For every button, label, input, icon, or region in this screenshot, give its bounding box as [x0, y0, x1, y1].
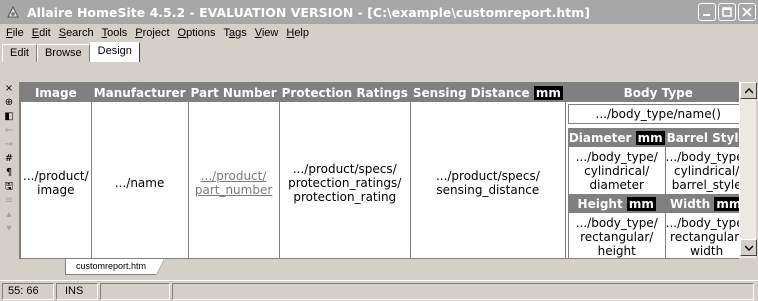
menu-project[interactable]: Project	[131, 27, 173, 39]
cell-width[interactable]: .../body_type/ rectangular/ width	[664, 212, 739, 258]
menu-options[interactable]: Options	[174, 27, 220, 39]
body-type-inner-table[interactable]: .../body_type/name() Diameter mm Barrel …	[567, 104, 739, 258]
cell-image[interactable]: .../product/ image	[20, 101, 92, 258]
cell-diameter[interactable]: .../body_type/ cylindrical/ diameter	[567, 146, 666, 195]
cell-height[interactable]: .../body_type/ rectangular/ height	[567, 212, 666, 258]
tab-design[interactable]: Design	[89, 42, 140, 62]
indent-icon[interactable]: ⇜	[2, 124, 16, 137]
cell-body-type[interactable]: .../body_type/name() Diameter mm Barrel …	[564, 101, 739, 258]
scroll-up-icon[interactable]	[740, 82, 757, 99]
cell-part-number[interactable]: .../product/ part_number	[187, 101, 280, 258]
status-panel-empty	[100, 282, 170, 300]
unit-badge: mm	[714, 196, 739, 211]
triangle-up-icon[interactable]: ▴	[2, 208, 16, 221]
file-tab-customreport[interactable]: customreport.htm	[65, 259, 165, 275]
save-icon[interactable]: 🖫	[2, 180, 16, 193]
menu-file[interactable]: File	[2, 27, 28, 39]
header-part-number[interactable]: Part Number	[187, 83, 280, 102]
menu-edit[interactable]: Edit	[28, 27, 55, 39]
menu-help[interactable]: Help	[282, 27, 313, 39]
header-manufacturer[interactable]: Manufacturer	[90, 83, 189, 102]
title-bar: Allaire HomeSite 4.5.2 - EVALUATION VERS…	[0, 0, 758, 24]
file-tabs-bar: customreport.htm	[19, 258, 739, 276]
minimize-icon[interactable]	[698, 3, 716, 21]
unit-badge: mm	[635, 130, 665, 145]
window-title: Allaire HomeSite 4.5.2 - EVALUATION VERS…	[27, 4, 590, 20]
editor-mode-tabs: Edit Browse Design	[2, 42, 140, 62]
report-table[interactable]: Image Manufacturer Part Number Protectio…	[20, 83, 739, 258]
menu-bar: File Edit Search Tools Project Options Tags Vie…	[0, 24, 758, 42]
header-diameter[interactable]: Diameter mm	[567, 128, 666, 147]
menu-tools[interactable]: Tools	[98, 27, 132, 39]
header-barrel-style[interactable]: Barrel Style	[664, 128, 739, 147]
close-icon[interactable]: ×	[2, 82, 16, 95]
cursor-position: 55: 66	[2, 282, 54, 300]
status-bar: 55: 66 INS	[0, 280, 758, 301]
diameter-label: Diameter	[568, 130, 632, 145]
cell-barrel-style[interactable]: .../body_type/ cylindrical/ barrel_style	[664, 146, 739, 195]
homesite-app-icon[interactable]	[5, 4, 21, 20]
left-toolbar: × ⊕ ◧ ⇜ ⇝ # ¶ 🖫 ≡ ▴ ▾	[0, 82, 18, 272]
maximize-icon[interactable]	[718, 3, 736, 21]
sensing-distance-label: Sensing Distance	[412, 85, 530, 100]
header-sensing-distance[interactable]: Sensing Distance mm	[409, 83, 566, 102]
outdent-icon[interactable]: ⇝	[2, 138, 16, 151]
header-protection-ratings[interactable]: Protection Ratings	[278, 83, 411, 102]
close-icon[interactable]	[738, 3, 756, 21]
pilcrow-icon[interactable]: ¶	[2, 166, 16, 179]
width-label: Width	[669, 196, 711, 211]
unit-badge: mm	[533, 85, 563, 100]
paragraph-toggle-icon[interactable]: ◧	[2, 110, 16, 123]
menu-search[interactable]: Search	[55, 27, 98, 39]
menu-view[interactable]: View	[251, 27, 283, 39]
status-panel-message	[172, 282, 754, 300]
menu-tags[interactable]: Tags	[219, 27, 250, 39]
design-view[interactable]: Image Manufacturer Part Number Protectio…	[19, 82, 739, 258]
body-type-name[interactable]: .../body_type/name()	[567, 104, 739, 124]
part-number-link[interactable]: .../product/ part_number	[195, 169, 272, 197]
header-height[interactable]: Height mm	[567, 194, 666, 213]
header-image[interactable]: Image	[20, 83, 92, 102]
unit-badge: mm	[626, 196, 656, 211]
tab-browse[interactable]: Browse	[36, 44, 90, 62]
cell-protection-ratings[interactable]: .../product/specs/ protection_ratings/ p…	[278, 101, 411, 258]
header-body-type[interactable]: Body Type	[564, 83, 739, 102]
cell-manufacturer[interactable]: .../name	[90, 101, 189, 258]
align-icon[interactable]: ≡	[2, 194, 16, 207]
anchor-icon[interactable]: ⊕	[2, 96, 16, 109]
scroll-down-icon[interactable]	[740, 239, 757, 256]
tab-edit[interactable]: Edit	[2, 44, 37, 62]
insert-mode: INS	[56, 282, 98, 300]
header-width[interactable]: Width mm	[664, 194, 739, 213]
vertical-scrollbar[interactable]	[739, 82, 757, 258]
height-label: Height	[577, 196, 623, 211]
hash-icon[interactable]: #	[2, 152, 16, 165]
cell-sensing-distance[interactable]: .../product/specs/ sensing_distance	[409, 101, 566, 258]
triangle-down-icon[interactable]: ▾	[2, 222, 16, 235]
